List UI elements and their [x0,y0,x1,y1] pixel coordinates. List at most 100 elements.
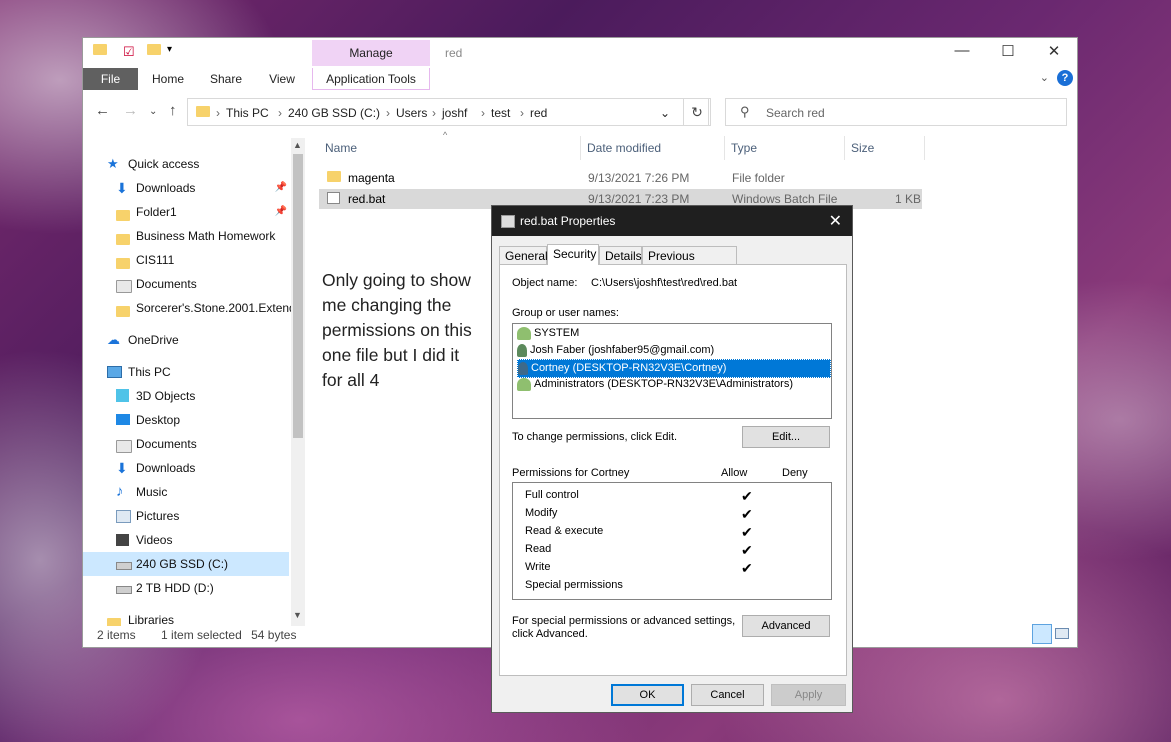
star-icon: ★ [107,156,119,171]
dialog-title-bar: red.bat Properties ✕ [492,206,852,236]
details-view-icon[interactable] [1032,624,1052,644]
scrollbar-thumb[interactable] [293,154,303,438]
nav-item-quick-access[interactable]: ★ Quick access [83,152,289,176]
tab-file[interactable]: File [83,68,138,90]
breadcrumb-red[interactable]: red [530,106,547,120]
apply-button[interactable]: Apply [771,684,846,706]
users-list[interactable]: SYSTEM Josh Faber (joshfaber95@gmail.com… [512,323,832,419]
nav-item-pictures[interactable]: Pictures [83,504,289,528]
manage-tab[interactable]: Manage [312,40,430,66]
nav-item-downloads[interactable]: ⬇ Downloads 📌 [83,176,289,200]
new-folder-icon[interactable] [147,44,161,60]
properties-checkbox-icon[interactable]: ☑ [123,44,137,60]
maximize-icon[interactable]: ☐ [985,42,1031,64]
nav-item-sorcerers-stone[interactable]: Sorcerer's.Stone.2001.Extende [83,296,291,320]
up-arrow-icon[interactable]: ↑ [169,102,177,119]
column-type[interactable]: Type [725,136,845,160]
film-icon [116,534,129,546]
pin-icon[interactable]: 📌 [275,200,287,224]
address-bar[interactable]: › This PC › 240 GB SSD (C:) › Users › jo… [187,98,709,126]
file-row-magenta[interactable]: magenta 9/13/2021 7:26 PM File folder [319,168,922,188]
column-size[interactable]: Size [845,136,925,160]
cancel-button[interactable]: Cancel [691,684,764,706]
download-arrow-icon: ⬇ [116,460,128,476]
refresh-icon: ↻ [691,104,703,120]
nav-item-business-math[interactable]: Business Math Homework [83,224,289,248]
user-item-administrators[interactable]: Administrators (DESKTOP-RN32V3E\Administ… [517,376,793,393]
refresh-button[interactable]: ↻ [683,98,711,126]
tab-details[interactable]: Details [599,246,642,264]
breadcrumb-joshf[interactable]: joshf [442,106,467,120]
back-arrow-icon[interactable]: ← [95,102,110,119]
nav-item-ssd-c[interactable]: 240 GB SSD (C:) [83,552,289,576]
tab-view[interactable]: View [257,68,307,90]
status-size: 54 bytes [251,628,297,642]
user-item-system[interactable]: SYSTEM [517,325,579,342]
address-row: ← → ⌄ ↑ › This PC › 240 GB SSD (C:) › Us… [83,96,1077,128]
perm-read: Read [525,543,552,555]
nav-item-this-pc[interactable]: This PC [83,360,289,384]
close-icon[interactable]: ✕ [1031,42,1077,64]
ok-button[interactable]: OK [611,684,684,706]
large-icons-view-icon[interactable] [1055,626,1071,642]
recent-locations-icon[interactable]: ⌄ [149,106,157,117]
breadcrumb-separator-icon: › [481,106,485,120]
advanced-button[interactable]: Advanced [742,615,830,637]
documents-icon [116,437,132,453]
search-placeholder: Search red [766,106,825,120]
desktop-icon [116,414,130,425]
ribbon-expand-icon[interactable]: ⌄ [1040,71,1049,84]
column-date-modified[interactable]: Date modified [581,136,725,160]
nav-item-downloads-pc[interactable]: ⬇ Downloads [83,456,289,480]
advanced-text-line-2: click Advanced. [512,628,588,640]
address-dropdown-icon[interactable]: ⌄ [660,106,670,120]
nav-scrollbar[interactable]: ▲ ▼ [291,138,305,626]
nav-item-folder1[interactable]: Folder1 📌 [83,200,289,224]
drive-icon [116,586,132,594]
perm-write: Write [525,561,551,573]
forward-arrow-icon[interactable]: → [123,102,138,119]
breadcrumb-this-pc[interactable]: This PC [226,106,269,120]
tab-security[interactable]: Security [547,244,599,265]
quick-access-dropdown-icon[interactable]: ▾ [167,44,181,60]
nav-item-cis111[interactable]: CIS111 [83,248,289,272]
nav-item-music[interactable]: ♪ Music [83,480,289,504]
pin-icon[interactable]: 📌 [275,176,287,200]
search-box[interactable]: ⚲ Search red [725,98,1067,126]
computer-icon [107,366,122,378]
help-icon[interactable]: ? [1057,70,1073,86]
tab-application-tools[interactable]: Application Tools [312,68,430,90]
allow-check-icon: ✔ [741,524,753,540]
nav-item-documents[interactable]: Documents [83,272,289,296]
tab-home[interactable]: Home [143,68,193,90]
breadcrumb-users[interactable]: Users [396,106,427,120]
nav-item-videos[interactable]: Videos [83,528,289,552]
nav-item-onedrive[interactable]: ☁ OneDrive [83,328,289,352]
nav-item-libraries[interactable]: Libraries [83,608,289,626]
nav-item-hdd-d[interactable]: 2 TB HDD (D:) [83,576,289,600]
folder-icon [116,253,131,269]
breadcrumb-test[interactable]: test [491,106,510,120]
column-name[interactable]: Name [319,136,581,160]
user-item-josh-faber[interactable]: Josh Faber (joshfaber95@gmail.com) [517,342,714,359]
tab-previous-versions[interactable]: Previous Versions [642,246,737,281]
tab-share[interactable]: Share [201,68,251,90]
nav-item-3d-objects[interactable]: 3D Objects [83,384,289,408]
breadcrumb-separator-icon: › [216,106,220,120]
nav-item-desktop[interactable]: Desktop [83,408,289,432]
breadcrumb-drive[interactable]: 240 GB SSD (C:) [288,106,380,120]
scroll-down-icon[interactable]: ▼ [293,610,302,620]
tab-general[interactable]: General [499,246,548,264]
user-icon [517,343,527,357]
permissions-for-label: Permissions for Cortney [512,467,630,479]
properties-dialog: red.bat Properties ✕ General Security De… [491,205,853,713]
edit-button[interactable]: Edit... [742,426,830,448]
breadcrumb-separator-icon: › [520,106,524,120]
user-icon [518,361,528,375]
close-icon[interactable]: ✕ [829,211,842,231]
folder-icon [116,205,131,221]
minimize-icon[interactable]: — [939,42,985,64]
scroll-up-icon[interactable]: ▲ [293,140,302,150]
nav-item-documents-pc[interactable]: Documents [83,432,289,456]
object-name-value: C:\Users\joshf\test\red\red.bat [591,277,738,289]
